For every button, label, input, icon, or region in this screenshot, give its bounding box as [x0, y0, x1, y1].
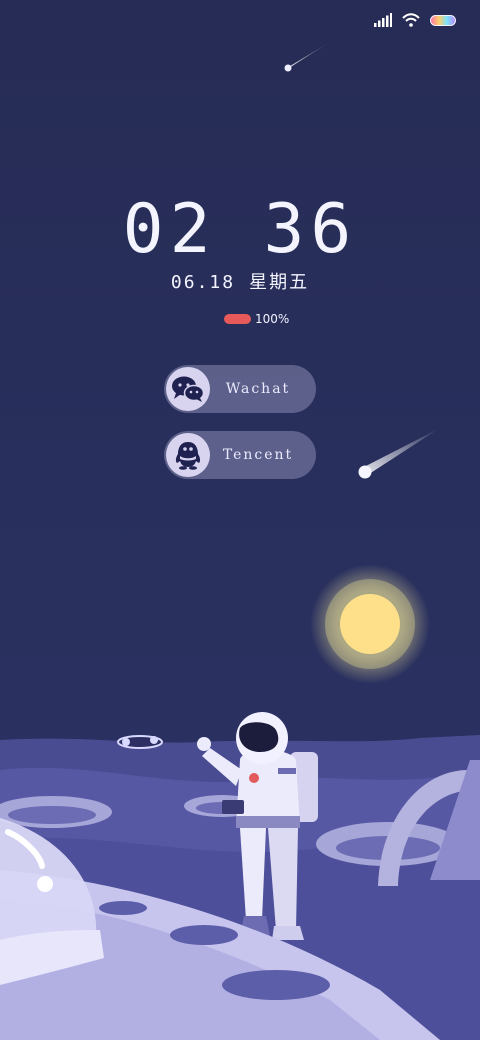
wechat-icon: [166, 367, 210, 411]
wifi-icon: [402, 13, 420, 27]
shortcut-tencent[interactable]: Tencent: [164, 431, 316, 479]
battery-percent: 100%: [255, 312, 290, 326]
battery-indicator: 100%: [224, 312, 289, 326]
battery-icon: [430, 14, 456, 26]
battery-level-bar: [224, 314, 251, 324]
qq-penguin-icon: [166, 433, 210, 477]
status-bar: [374, 10, 456, 30]
lock-clock: 02 36: [122, 190, 358, 269]
weekday: 星期五: [249, 272, 310, 293]
shortcut-label: Wachat: [225, 381, 291, 397]
shortcut-wachat[interactable]: Wachat: [164, 365, 316, 413]
wallpaper-illustration: [0, 0, 480, 1040]
signal-icon: [374, 13, 392, 27]
drone: [117, 735, 163, 749]
date-value: 06.18: [170, 272, 236, 293]
shortcut-label: Tencent: [222, 447, 294, 463]
lock-date: 06.18 星期五: [0, 268, 480, 294]
moon: [310, 564, 430, 684]
